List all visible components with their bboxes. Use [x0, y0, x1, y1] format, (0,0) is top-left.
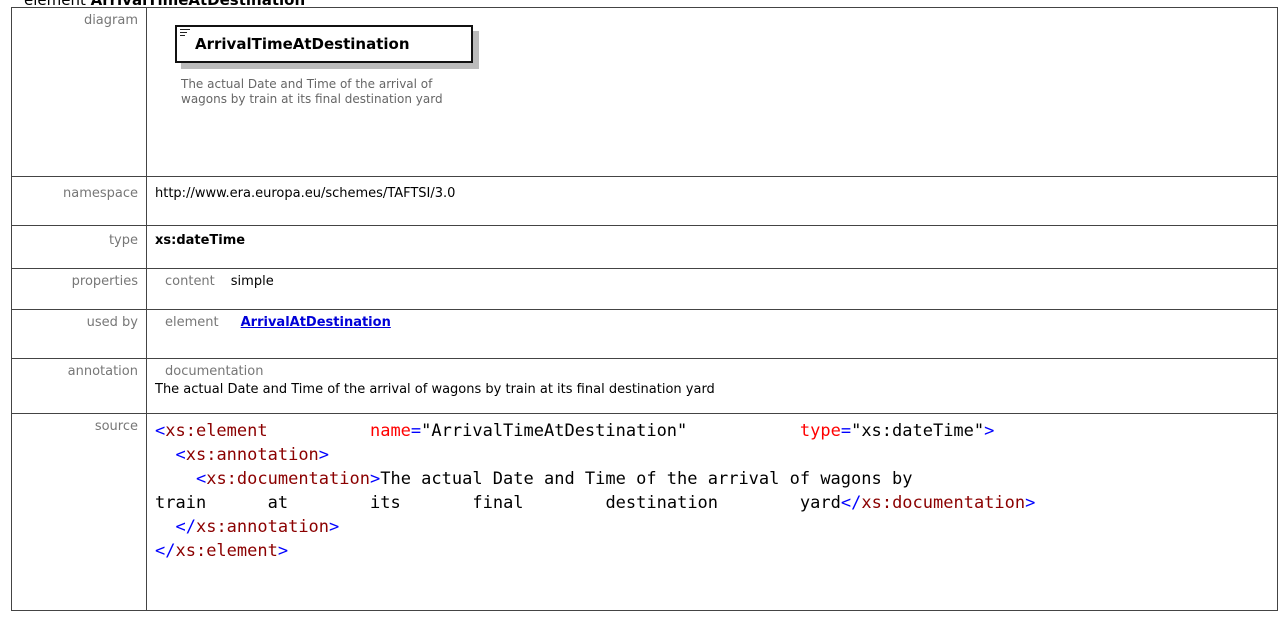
annotation-key: documentation — [165, 364, 264, 379]
src-line4-w6: yard — [799, 493, 841, 513]
annotation-cell: documentation The actual Date and Time o… — [146, 358, 1278, 414]
src-line1-attr2-name: type — [799, 421, 841, 441]
annotation-text: The actual Date and Time of the arrival … — [155, 382, 715, 397]
row-diagram: diagram ArrivalTimeAtDestination The act… — [11, 7, 1278, 177]
src-line5: </xs:annotation> — [175, 517, 340, 537]
src-line4-w3: its — [369, 493, 401, 513]
properties-cell: content simple — [146, 268, 1278, 310]
label-properties: properties — [11, 268, 147, 310]
src-line4-w5: destination — [605, 493, 719, 513]
row-source: source <xs:element name="ArrivalTimeAtDe… — [11, 413, 1278, 611]
diagram-element-name: ArrivalTimeAtDestination — [195, 35, 410, 53]
element-doc-table: diagram ArrivalTimeAtDestination The act… — [11, 7, 1278, 611]
row-used-by: used by element ArrivalAtDestination — [11, 309, 1278, 359]
source-code: <xs:element name="ArrivalTimeAtDestinati… — [155, 421, 1036, 561]
src-line4-close: </xs:documentation> — [840, 493, 1036, 513]
src-line1-attr1-value: "ArrivalTimeAtDestination" — [421, 421, 688, 441]
row-namespace: namespace http://www.era.europa.eu/schem… — [11, 176, 1278, 226]
diagram-documentation: The actual Date and Time of the arrival … — [181, 77, 443, 106]
type-value: xs:dateTime — [146, 225, 1278, 269]
src-line3-text: The actual Date and Time of the arrival … — [380, 469, 913, 489]
src-line4-w4: final — [472, 493, 524, 513]
used-by-key: element — [165, 315, 219, 330]
src-line4-w1: train — [155, 493, 207, 513]
diagram-element-box[interactable]: ArrivalTimeAtDestination — [175, 25, 473, 63]
row-properties: properties content simple — [11, 268, 1278, 310]
row-type: type xs:dateTime — [11, 225, 1278, 269]
source-cell: <xs:element name="ArrivalTimeAtDestinati… — [146, 413, 1278, 611]
diagram-cell: ArrivalTimeAtDestination The actual Date… — [146, 7, 1278, 177]
src-line6: </xs:element> — [155, 541, 289, 561]
properties-key: content — [165, 274, 215, 289]
src-line1-close: > — [984, 421, 995, 441]
label-used-by: used by — [11, 309, 147, 359]
used-by-cell: element ArrivalAtDestination — [146, 309, 1278, 359]
src-line4-w2: at — [267, 493, 289, 513]
label-type: type — [11, 225, 147, 269]
label-source: source — [11, 413, 147, 611]
label-namespace: namespace — [11, 176, 147, 226]
row-annotation: annotation documentation The actual Date… — [11, 358, 1278, 414]
used-by-link[interactable]: ArrivalAtDestination — [241, 315, 391, 330]
src-line3-open: <xs:documentation> — [195, 469, 381, 489]
label-annotation: annotation — [11, 358, 147, 414]
src-line2: <xs:annotation> — [175, 445, 330, 465]
properties-value: simple — [230, 274, 274, 289]
src-line1-tag: <xs:element — [155, 421, 268, 441]
documentation-icon — [180, 29, 190, 38]
namespace-value: http://www.era.europa.eu/schemes/TAFTSI/… — [146, 176, 1278, 226]
src-line1-attr1-name: name — [369, 421, 411, 441]
label-diagram: diagram — [11, 7, 147, 177]
src-line1-attr2-value: "xs:dateTime" — [851, 421, 985, 441]
